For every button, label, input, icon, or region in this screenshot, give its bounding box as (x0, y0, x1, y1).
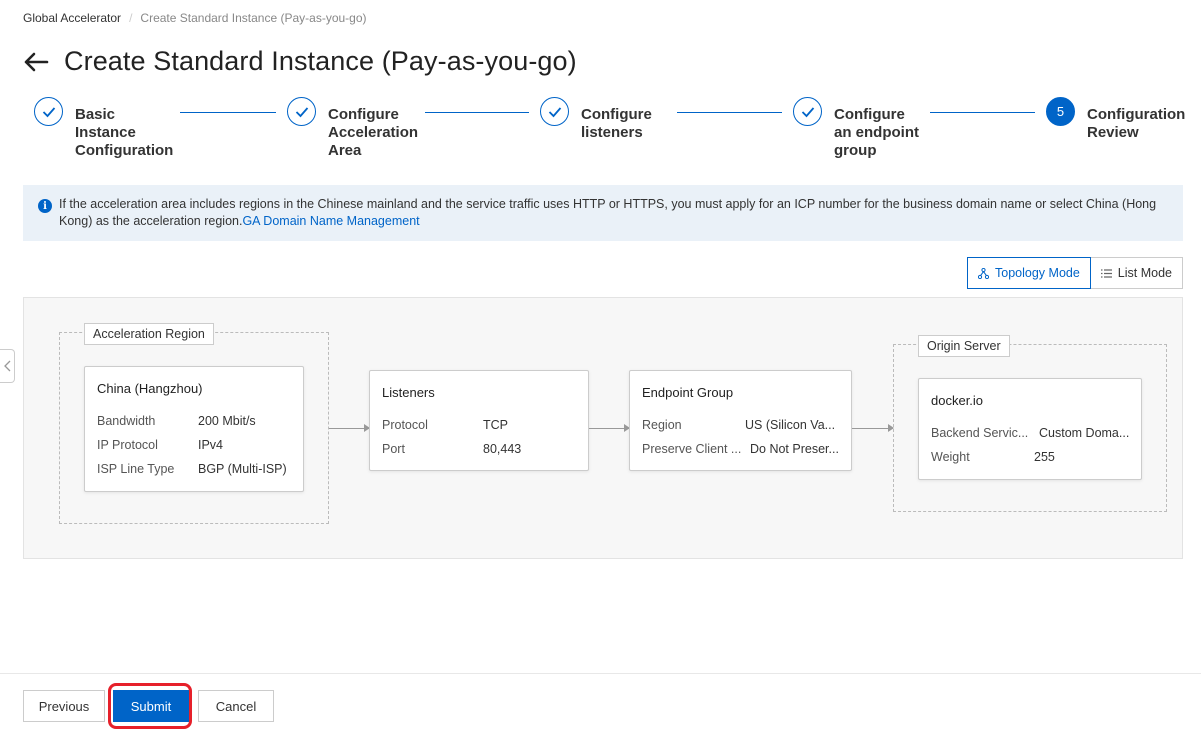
ip-protocol-row: IP Protocol IPv4 (97, 438, 223, 452)
step-basic-instance: Basic Instance Configuration (34, 97, 175, 160)
wizard-steps: Basic Instance Configuration Configure A… (34, 97, 1187, 167)
info-icon: i (38, 199, 52, 213)
row-key: ISP Line Type (97, 462, 175, 476)
listeners-node-title: Listeners (382, 385, 435, 400)
chevron-left-icon (3, 360, 10, 372)
flow-arrow (589, 424, 630, 432)
step-label: Configuration Review (1087, 106, 1186, 141)
row-key: Weight (931, 450, 970, 464)
step-listeners: Configure listeners (540, 97, 671, 142)
page-title: Create Standard Instance (Pay-as-you-go) (64, 46, 577, 76)
check-icon (287, 97, 316, 126)
check-icon (540, 97, 569, 126)
breadcrumb: Global Accelerator / Create Standard Ins… (23, 11, 367, 25)
row-value: 80,443 (483, 442, 522, 456)
isp-line-type-row: ISP Line Type BGP (Multi-ISP) (97, 462, 287, 476)
row-value: Custom Doma... (1039, 426, 1130, 440)
ga-domain-link[interactable]: GA Domain Name Management (242, 214, 419, 228)
row-key: Bandwidth (97, 414, 156, 428)
submit-button[interactable]: Submit (113, 690, 189, 722)
row-key: Protocol (382, 418, 428, 432)
protocol-row: Protocol TCP (382, 418, 508, 432)
row-key: Backend Servic... (931, 426, 1029, 440)
row-value: TCP (483, 418, 508, 432)
step-connector (180, 112, 276, 113)
back-arrow-icon[interactable] (22, 48, 50, 76)
row-value: 200 Mbit/s (198, 414, 256, 428)
step-connector (677, 112, 782, 113)
origin-server-group: Origin Server docker.io Backend Servic..… (893, 335, 1167, 512)
step-label: Basic Instance Configuration (75, 106, 174, 159)
row-key: Preserve Client ... (642, 442, 742, 456)
step-connector (425, 112, 529, 113)
origin-server-node[interactable]: docker.io Backend Servic... Custom Doma..… (918, 378, 1142, 480)
breadcrumb-current: Create Standard Instance (Pay-as-you-go) (140, 11, 367, 25)
row-value: BGP (Multi-ISP) (198, 462, 287, 476)
bandwidth-row: Bandwidth 200 Mbit/s (97, 414, 256, 428)
row-value: IPv4 (198, 438, 224, 452)
row-value: 255 (1034, 450, 1055, 464)
acceleration-region-group: Acceleration Region China (Hangzhou) Ban… (59, 323, 329, 524)
flow-arrow (852, 424, 894, 432)
step-acceleration-area: Configure Acceleration Area (287, 97, 424, 160)
acceleration-region-node[interactable]: China (Hangzhou) Bandwidth 200 Mbit/s IP … (84, 366, 304, 492)
row-value: Do Not Preser... (750, 442, 839, 456)
step-number-badge: 5 (1046, 97, 1075, 126)
row-value: US (Silicon Va... (745, 418, 836, 432)
list-mode-label: List Mode (1117, 266, 1172, 280)
row-key: Region (642, 418, 682, 432)
endpoint-group-node-title: Endpoint Group (642, 385, 734, 400)
step-label: Configure listeners (581, 106, 652, 141)
row-key: IP Protocol (97, 438, 158, 452)
row-key: Port (382, 442, 405, 456)
origin-server-title: Origin Server (918, 335, 1010, 357)
breadcrumb-separator: / (129, 11, 133, 25)
topology-canvas: Acceleration Region China (Hangzhou) Ban… (23, 297, 1183, 559)
icp-notice: i If the acceleration area includes regi… (23, 185, 1183, 241)
view-mode-switch: Topology Mode List Mode (967, 257, 1183, 289)
region-row: Region US (Silicon Va... (642, 418, 835, 432)
acceleration-region-title: Acceleration Region (84, 323, 214, 345)
footer-divider (0, 673, 1201, 674)
list-mode-button[interactable]: List Mode (1090, 257, 1183, 289)
listeners-node[interactable]: Listeners Protocol TCP Port 80,443 (369, 370, 589, 471)
list-icon (1100, 268, 1112, 278)
topology-icon (978, 267, 990, 279)
topology-mode-label: Topology Mode (995, 266, 1080, 280)
step-endpoint-group: Configure an endpoint group (793, 97, 924, 160)
backend-service-row: Backend Servic... Custom Doma... (931, 426, 1129, 440)
port-row: Port 80,443 (382, 442, 521, 456)
endpoint-group-node[interactable]: Endpoint Group Region US (Silicon Va... P… (629, 370, 852, 471)
notice-text: If the acceleration area includes region… (59, 197, 1157, 228)
flow-arrow (329, 424, 370, 432)
collapse-tab[interactable] (0, 349, 15, 383)
region-node-title: China (Hangzhou) (97, 381, 203, 396)
origin-node-title: docker.io (931, 393, 984, 408)
cancel-button[interactable]: Cancel (198, 690, 274, 722)
step-configuration-review: 5 Configuration Review (1046, 97, 1187, 142)
title-row: Create Standard Instance (Pay-as-you-go) (22, 46, 577, 77)
topology-mode-button[interactable]: Topology Mode (967, 257, 1091, 289)
previous-button[interactable]: Previous (23, 690, 105, 722)
weight-row: Weight 255 (931, 450, 1055, 464)
breadcrumb-root[interactable]: Global Accelerator (23, 11, 121, 25)
check-icon (793, 97, 822, 126)
step-label: Configure an endpoint group (834, 106, 919, 159)
step-connector (930, 112, 1035, 113)
step-label: Configure Acceleration Area (328, 106, 419, 159)
check-icon (34, 97, 63, 126)
preserve-client-row: Preserve Client ... Do Not Preser... (642, 442, 839, 456)
